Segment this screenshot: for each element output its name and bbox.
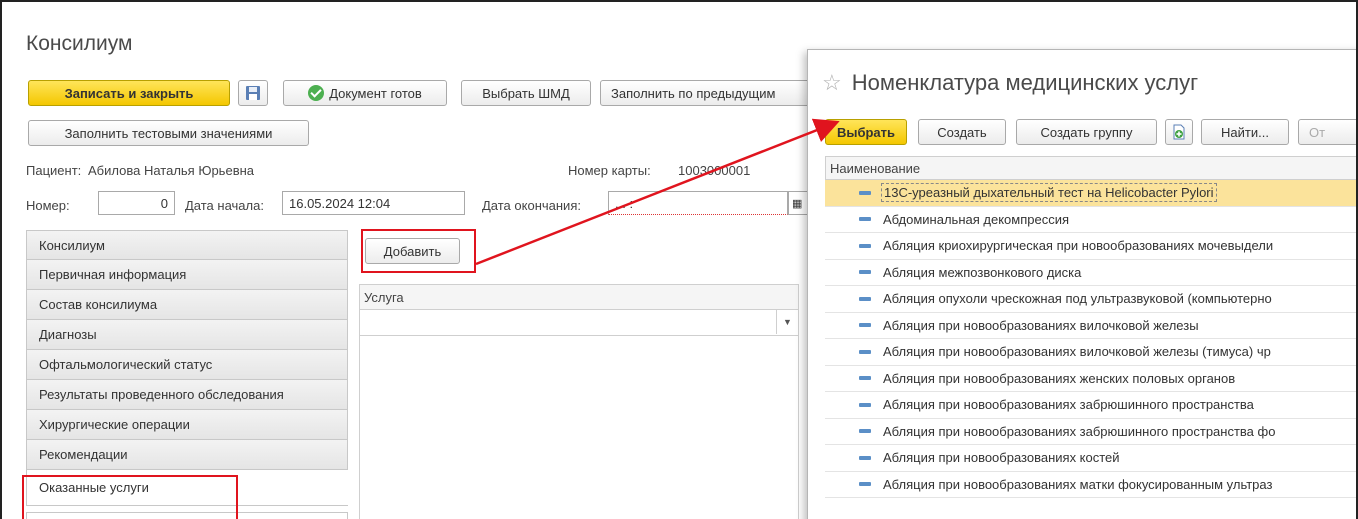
item-icon <box>859 402 871 407</box>
nav-item-partial <box>26 512 348 519</box>
end-date-label: Дата окончания: <box>482 198 581 213</box>
nav-item-examination-results[interactable]: Результаты проведенного обследования <box>26 380 348 410</box>
table-row[interactable]: Абляция при новообразованиях матки фокус… <box>825 472 1356 498</box>
table-row[interactable]: Абляция при новообразованиях вилочковой … <box>825 313 1356 339</box>
doc-ready-label: Документ готов <box>329 85 422 101</box>
fill-previous-button[interactable]: Заполнить по предыдущим <box>600 80 810 106</box>
grid-row[interactable]: ▼ <box>359 310 799 336</box>
save-close-button[interactable]: Записать и закрыть <box>28 80 230 106</box>
table-row[interactable]: Абляция при новообразованиях женских пол… <box>825 366 1356 392</box>
item-icon <box>859 349 871 354</box>
popup-title: ☆ Номенклатура медицинских услуг <box>822 70 1198 96</box>
floppy-disk-icon <box>246 86 260 100</box>
column-header-name: Наименование <box>825 156 1356 180</box>
nomenclature-popup: ☆ Номенклатура медицинских услуг Выбрать… <box>807 49 1356 519</box>
item-icon <box>859 270 871 275</box>
patient-name: Абилова Наталья Юрьевна <box>88 163 255 178</box>
number-field[interactable]: 0 <box>98 191 175 215</box>
choose-shmd-button[interactable]: Выбрать ШМД <box>461 80 591 106</box>
item-icon <box>859 323 871 328</box>
more-button[interactable]: От <box>1298 119 1356 145</box>
nav-item-diagnoses[interactable]: Диагнозы <box>26 320 348 350</box>
nav-item-composition[interactable]: Состав консилиума <box>26 290 348 320</box>
calendar-icon[interactable]: ▦ <box>788 191 808 215</box>
item-icon <box>859 190 871 195</box>
end-date-field[interactable]: . . : <box>608 191 788 215</box>
find-button[interactable]: Найти... <box>1201 119 1289 145</box>
nav-item-provided-services[interactable]: Оказанные услуги <box>26 470 348 506</box>
table-row[interactable]: Абляция криохирургическая при новообразо… <box>825 233 1356 260</box>
table-row[interactable]: 13С-уреазный дыхательный тест на Helicob… <box>825 180 1356 207</box>
doc-ready-button[interactable]: Документ готов <box>283 80 447 106</box>
item-icon <box>859 455 871 460</box>
popup-title-text: Номенклатура медицинских услуг <box>851 70 1199 95</box>
nomenclature-table: Наименование 13С-уреазный дыхательный те… <box>825 156 1356 498</box>
select-button[interactable]: Выбрать <box>825 119 907 145</box>
star-icon[interactable]: ☆ <box>822 70 842 96</box>
grid-body <box>359 336 799 519</box>
item-icon <box>859 376 871 381</box>
fill-test-values-button[interactable]: Заполнить тестовыми значениями <box>28 120 309 146</box>
table-row[interactable]: Абляция опухоли чрескожная под ультразву… <box>825 286 1356 313</box>
check-circle-icon <box>308 85 325 101</box>
create-button[interactable]: Создать <box>918 119 1006 145</box>
item-icon <box>859 217 871 222</box>
card-number-value: 1003000001 <box>678 163 751 178</box>
save-button[interactable] <box>238 80 268 106</box>
app-window: Консилиум Записать и закрыть Документ го… <box>0 0 1358 519</box>
table-row[interactable]: Абляция при новообразованиях забрюшинног… <box>825 419 1356 445</box>
nav-item-primary-info[interactable]: Первичная информация <box>26 260 348 290</box>
table-row[interactable]: Абляция при новообразованиях вилочковой … <box>825 339 1356 366</box>
card-number-label: Номер карты: <box>568 163 651 178</box>
table-row[interactable]: Абляция при новообразованиях костей <box>825 445 1356 472</box>
create-group-button[interactable]: Создать группу <box>1016 119 1157 145</box>
item-icon <box>859 482 871 487</box>
start-date-label: Дата начала: <box>185 198 264 213</box>
section-nav: Консилиум Первичная информация Состав ко… <box>26 230 348 506</box>
page-title: Консилиум <box>26 32 133 55</box>
table-row[interactable]: Абляция при новообразованиях забрюшинног… <box>825 392 1356 419</box>
start-date-field[interactable]: 16.05.2024 12:04 <box>282 191 465 215</box>
patient-label: Пациент: <box>26 163 82 178</box>
add-document-icon <box>1173 124 1185 140</box>
table-row[interactable]: Абдоминальная декомпрессия <box>825 207 1356 233</box>
item-icon <box>859 296 871 301</box>
add-button[interactable]: Добавить <box>365 238 460 264</box>
nav-item-ophthalmic-status[interactable]: Офтальмологический статус <box>26 350 348 380</box>
number-label: Номер: <box>26 198 70 213</box>
nav-item-surgeries[interactable]: Хирургические операции <box>26 410 348 440</box>
copy-button[interactable] <box>1165 119 1193 145</box>
table-row[interactable]: Абляция межпозвонкового диска <box>825 260 1356 286</box>
grid-header-service: Услуга <box>359 284 799 310</box>
item-icon <box>859 243 871 248</box>
item-icon <box>859 429 871 434</box>
nav-item-recommendations[interactable]: Рекомендации <box>26 440 348 470</box>
nav-item-consilium[interactable]: Консилиум <box>26 230 348 260</box>
chevron-down-icon[interactable]: ▼ <box>776 310 798 334</box>
